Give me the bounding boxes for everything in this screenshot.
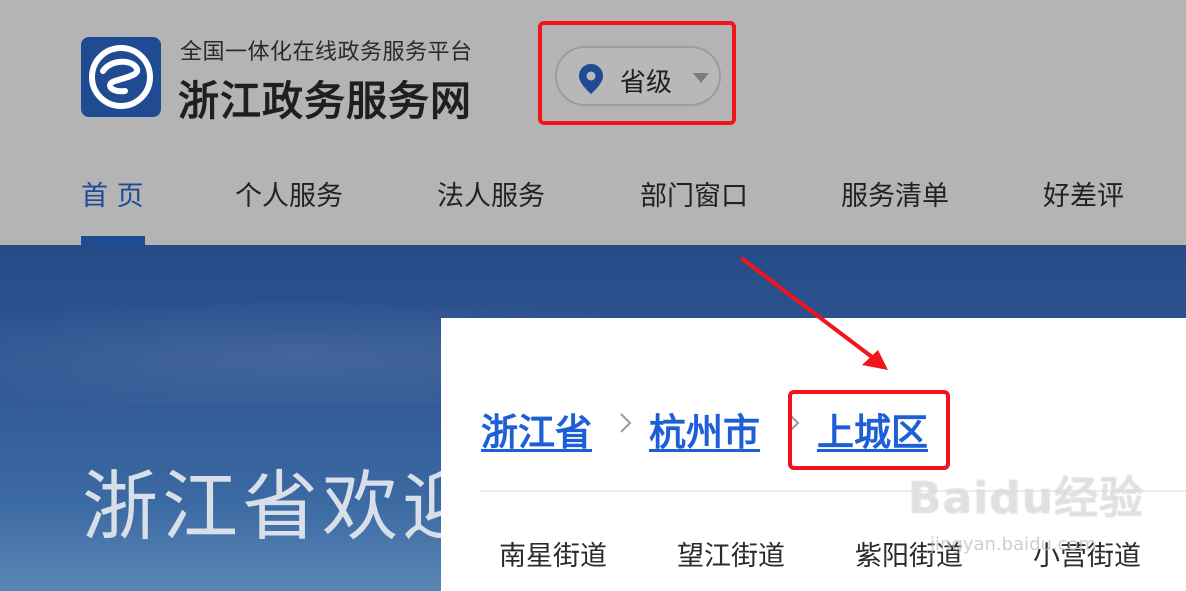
zhejiang-gov-logo-icon bbox=[89, 45, 153, 109]
nav-item-service-list[interactable]: 服务清单 bbox=[841, 174, 949, 213]
highlight-box-region-selector bbox=[538, 21, 736, 125]
nav-item-feedback[interactable]: 好差评 bbox=[1043, 174, 1124, 213]
nav-active-indicator bbox=[81, 236, 145, 245]
watermark-url: jingyan.baidu.com bbox=[930, 534, 1097, 555]
site-header: 全国一体化在线政务服务平台 浙江政务服务网 省级 首 页 个人服务 法人服务 部… bbox=[0, 0, 1186, 245]
street-item[interactable]: 望江街道 bbox=[677, 534, 785, 573]
site-logo[interactable] bbox=[81, 37, 161, 117]
site-title[interactable]: 浙江政务服务网 bbox=[178, 67, 472, 127]
nav-item-corporate-services[interactable]: 法人服务 bbox=[437, 174, 545, 213]
banner-welcome-text: 浙江省欢迎 bbox=[82, 462, 482, 551]
baidu-jingyan-watermark: Baidu经验 bbox=[908, 473, 1145, 524]
street-item[interactable]: 南星街道 bbox=[499, 534, 607, 573]
breadcrumb-city[interactable]: 杭州市 bbox=[649, 402, 760, 456]
chevron-right-icon bbox=[620, 413, 632, 433]
site-subtitle: 全国一体化在线政务服务平台 bbox=[180, 40, 473, 65]
nav-item-home[interactable]: 首 页 bbox=[81, 174, 144, 213]
nav-item-personal-services[interactable]: 个人服务 bbox=[235, 174, 343, 213]
breadcrumb-province[interactable]: 浙江省 bbox=[481, 402, 592, 456]
nav-item-department-window[interactable]: 部门窗口 bbox=[640, 174, 748, 213]
main-nav: 首 页 个人服务 法人服务 部门窗口 服务清单 好差评 bbox=[0, 168, 1186, 228]
highlight-box-district bbox=[788, 390, 950, 470]
